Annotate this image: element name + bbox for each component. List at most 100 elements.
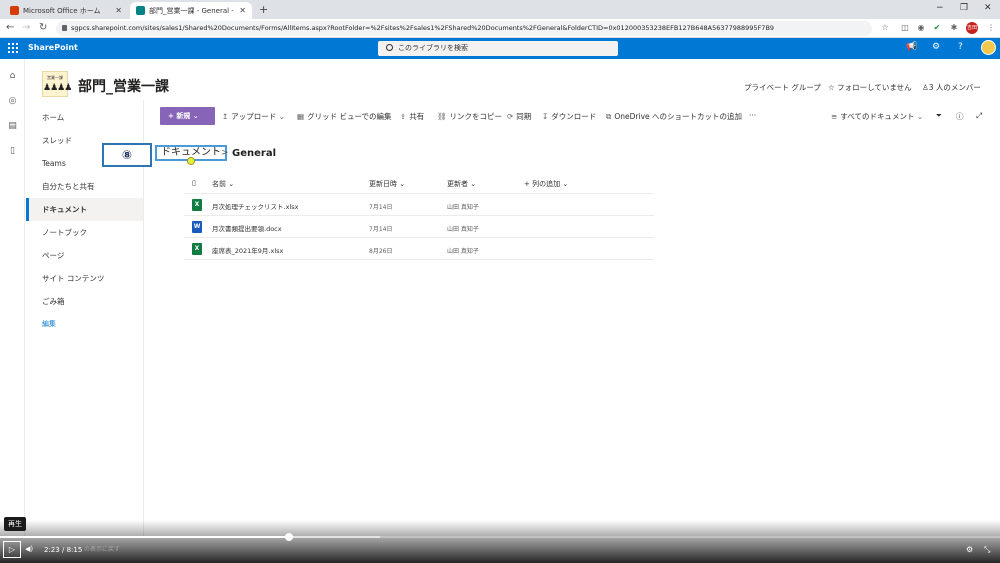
upload-button[interactable]: ↥ アップロード ⌄ [222, 111, 288, 122]
share-button[interactable]: ⇪ 共有 [400, 111, 424, 122]
add-column-button[interactable]: + 列の追加 ⌄ [524, 179, 568, 189]
restore-window-button[interactable]: ❐ [960, 3, 968, 13]
file-name-link[interactable]: 月次書類提出要領.docx [212, 223, 282, 233]
browser-toolbar: ← → ↻ sgpcs.sharepoint.com/sites/sales1/… [0, 19, 1000, 38]
browser-profile-avatar[interactable]: 吉田 [966, 22, 978, 34]
nav-item-shared-with-us[interactable]: 自分たちと共有 [26, 175, 143, 198]
back-button[interactable]: ← [6, 22, 14, 33]
view-list-icon: ≡ [831, 112, 838, 121]
office-favicon-icon [10, 6, 19, 15]
table-row[interactable]: X 月次処理チェックリスト.xlsx 7月14日 山田 真知子 [184, 194, 654, 216]
chevron-down-icon: ⌄ [226, 180, 235, 188]
chevron-down-icon: ⌄ [190, 112, 199, 120]
file-type-icon[interactable]: ▯ [192, 179, 196, 187]
megaphone-icon[interactable]: 📢 [906, 42, 917, 52]
column-modified-label: 更新日時 [369, 180, 397, 188]
media-extension-icon[interactable]: ◉ [916, 23, 926, 33]
nav-item-recycle-bin[interactable]: ごみ箱 [26, 290, 143, 313]
close-tab-icon[interactable]: ✕ [115, 6, 122, 15]
modified-by[interactable]: 山田 真知子 [447, 202, 479, 211]
browser-menu-icon[interactable]: ⋮ [986, 23, 996, 33]
nav-edit-link[interactable]: 編集 [26, 313, 143, 336]
sync-button[interactable]: ⟳ 同期 [507, 111, 531, 122]
modified-by[interactable]: 山田 真知子 [447, 224, 479, 233]
video-scrubber-handle[interactable] [285, 533, 293, 541]
onedrive-shortcut-button[interactable]: ⧉ OneDrive へのショートカットの追加 [606, 111, 742, 122]
people-icon: ♟♟♟♟ [43, 83, 72, 93]
chevron-down-icon: ⌄ [914, 112, 924, 121]
home-icon[interactable]: ⌂ [7, 71, 18, 82]
table-row[interactable]: W 月次書類提出要領.docx 7月14日 山田 真知子 [184, 216, 654, 238]
library-search-box[interactable]: このライブラリを検索 [378, 41, 618, 56]
forward-button[interactable]: → [22, 22, 30, 33]
column-name[interactable]: 名前 ⌄ [212, 179, 234, 189]
modified-date: 7月14日 [369, 204, 393, 211]
globe-icon[interactable]: ◎ [7, 96, 18, 107]
volume-icon[interactable]: ◀) [25, 545, 33, 553]
browser-tab-office[interactable]: Microsoft Office ホーム ✕ [4, 2, 128, 19]
download-button[interactable]: ↧ ダウンロード [542, 111, 596, 122]
fullscreen-icon[interactable]: ⤢ [976, 111, 982, 121]
info-icon[interactable]: ⓘ [956, 111, 964, 122]
more-button[interactable]: ··· [749, 111, 756, 120]
nav-item-documents[interactable]: ドキュメント [26, 198, 143, 221]
sync-label: 同期 [516, 112, 532, 121]
browser-tab-sharepoint[interactable]: 部門_営業一課 - General - すべての ✕ [130, 2, 252, 19]
play-button[interactable]: ▷ [3, 541, 21, 558]
column-modified-by[interactable]: 更新者 ⌄ [447, 179, 476, 189]
bookmark-star-icon[interactable]: ☆ [880, 23, 890, 33]
follow-button[interactable]: ☆ フォローしていません [828, 82, 912, 93]
chevron-down-icon: ⌄ [560, 180, 569, 188]
video-buffered-bar [289, 536, 380, 538]
site-title[interactable]: 部門_営業一課 [78, 76, 169, 96]
new-button[interactable]: + 新規 ⌄ [160, 107, 215, 125]
file-name-link[interactable]: 座席表_2021年9月.xlsx [212, 245, 283, 255]
copy-link-label: リンクをコピー [449, 112, 503, 121]
nav-item-site-contents[interactable]: サイト コンテンツ [26, 267, 143, 290]
user-avatar[interactable] [981, 40, 996, 55]
add-column-label: 列の追加 [532, 180, 561, 188]
close-window-button[interactable]: ✕ [984, 3, 992, 13]
suite-brand[interactable]: SharePoint [28, 43, 78, 52]
file-name-link[interactable]: 月次処理チェックリスト.xlsx [212, 201, 298, 211]
filter-icon[interactable]: ⏷ [936, 111, 942, 121]
news-icon[interactable]: ▤ [7, 121, 18, 132]
table-row[interactable]: X 座席表_2021年9月.xlsx 8月26日 山田 真知子 [184, 238, 654, 260]
help-icon[interactable]: ? [958, 42, 963, 52]
new-label: 新規 [176, 112, 191, 120]
column-name-label: 名前 [212, 180, 226, 188]
upload-icon: ↥ [222, 112, 229, 121]
screenshot-extension-icon[interactable]: ◫ [900, 23, 910, 33]
modified-by[interactable]: 山田 真知子 [447, 246, 479, 255]
minimize-window-button[interactable]: − [936, 3, 944, 13]
url-text: sgpcs.sharepoint.com/sites/sales1/Shared… [71, 24, 775, 32]
check-extension-icon[interactable]: ✔ [932, 23, 942, 33]
reload-button[interactable]: ↻ [39, 22, 47, 33]
nav-item-home[interactable]: ホーム [26, 106, 143, 129]
column-modified[interactable]: 更新日時 ⌄ [369, 179, 405, 189]
video-settings-gear-icon[interactable]: ⚙ [966, 545, 973, 554]
settings-gear-icon[interactable]: ⚙ [932, 42, 940, 52]
file-icon[interactable]: ▯ [7, 146, 18, 157]
nav-item-notebook[interactable]: ノートブック [26, 221, 143, 244]
suite-bar: SharePoint このライブラリを検索 📢 ⚙ ? [0, 38, 1000, 59]
copy-link-button[interactable]: ⛓ リンクをコピー [437, 111, 502, 122]
grid-edit-button[interactable]: ▦ グリッド ビューでの編集 [297, 111, 392, 122]
nav-item-pages[interactable]: ページ [26, 244, 143, 267]
step-callout: ⑧ [102, 143, 152, 167]
app-launcher-icon[interactable] [8, 43, 18, 53]
address-bar[interactable]: sgpcs.sharepoint.com/sites/sales1/Shared… [56, 21, 872, 36]
view-selector[interactable]: ≡ すべてのドキュメント ⌄ [831, 111, 926, 122]
search-icon [386, 44, 393, 51]
word-file-icon: W [192, 221, 202, 233]
site-logo[interactable]: 営業一課 ♟♟♟♟ [42, 71, 72, 97]
person-icon: ♙ [922, 83, 929, 92]
group-icon: ⊕ [163, 80, 169, 88]
exit-fullscreen-icon[interactable]: ⤡ [984, 545, 990, 555]
duration: 8:15 [66, 546, 83, 554]
members-button[interactable]: ♙3 人のメンバー [922, 82, 981, 93]
extensions-puzzle-icon[interactable]: ✱ [949, 23, 959, 33]
new-tab-button[interactable]: + [259, 3, 268, 16]
close-tab-icon[interactable]: ✕ [239, 6, 246, 15]
column-modified-by-label: 更新者 [447, 180, 468, 188]
